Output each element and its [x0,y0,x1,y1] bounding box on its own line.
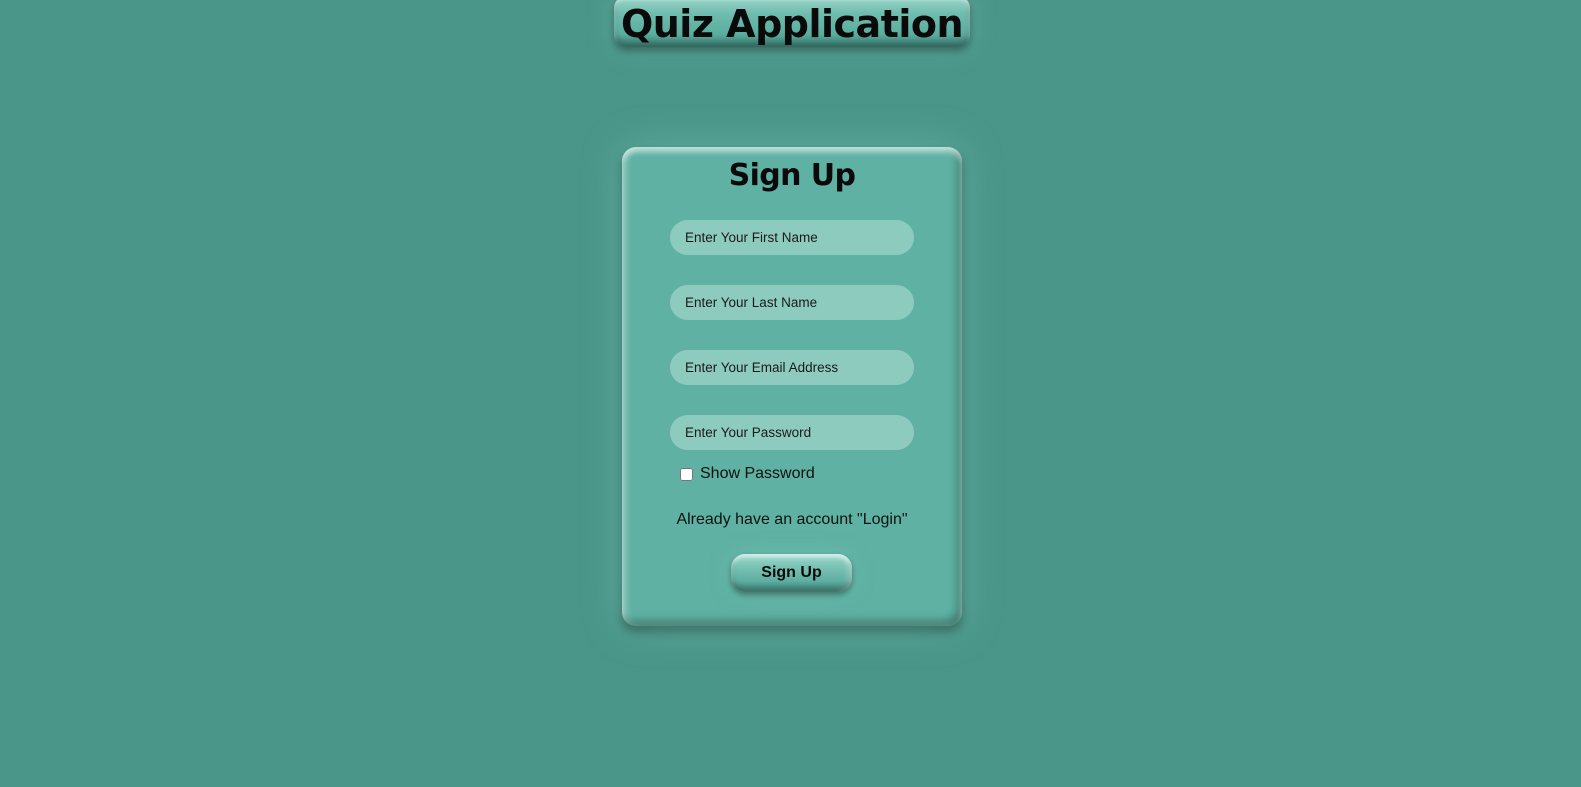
first-name-input[interactable] [670,220,914,255]
app-title: Quiz Application [620,1,964,46]
show-password-label: Show Password [700,465,815,482]
show-password-checkbox[interactable] [680,467,693,481]
show-password-row: Show Password [680,465,815,483]
signup-button[interactable]: Sign Up [731,554,852,592]
signup-title: Sign Up [728,158,856,193]
email-input[interactable] [670,350,914,385]
signup-card: Sign Up Show Password Already have an ac… [622,147,962,626]
app-title-banner: Quiz Application [614,0,970,47]
password-input[interactable] [670,415,914,450]
login-link[interactable]: Already have an account "Login" [622,511,962,529]
last-name-input[interactable] [670,285,914,320]
